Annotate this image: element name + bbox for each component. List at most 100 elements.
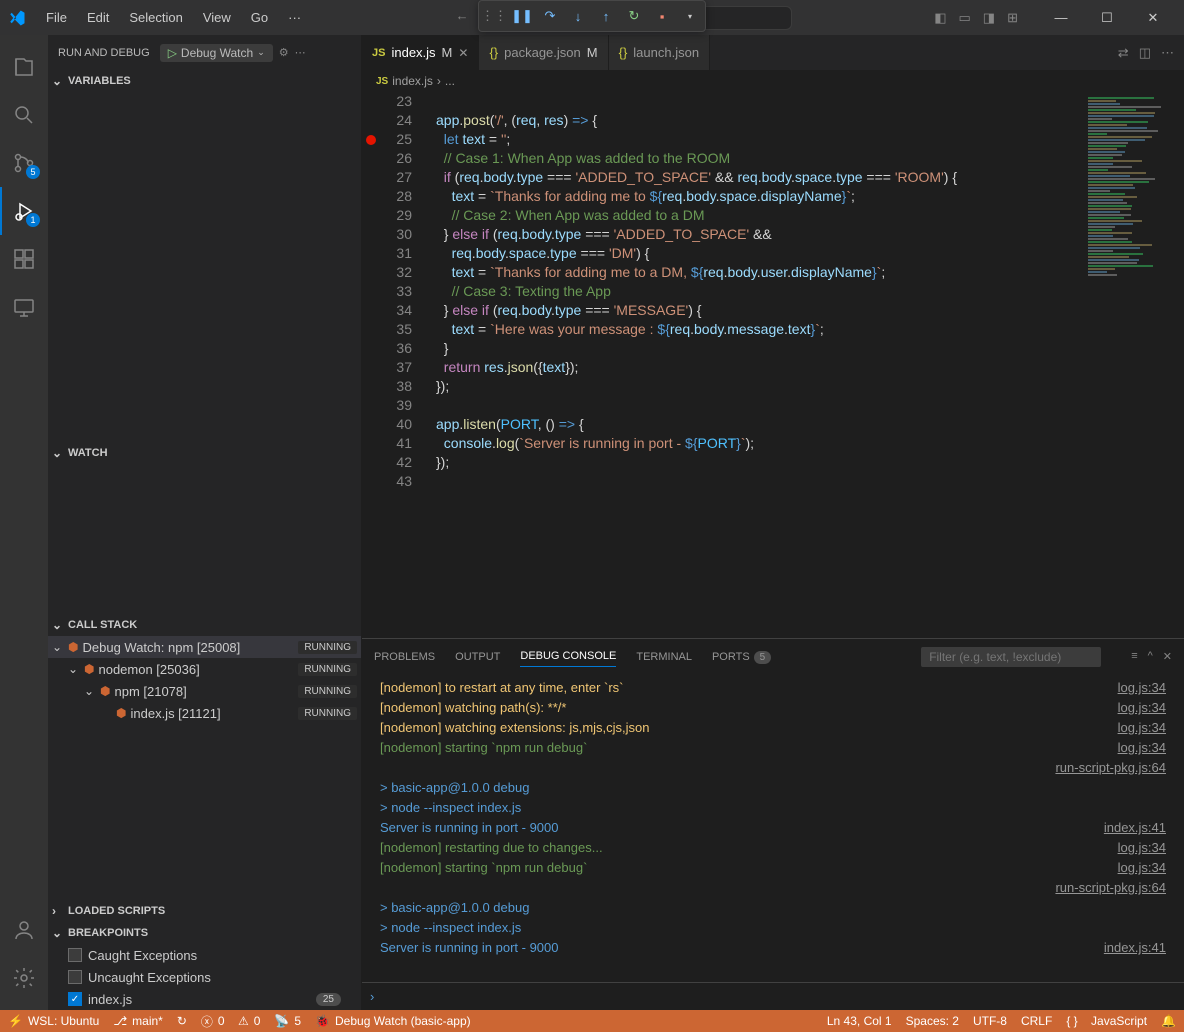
layout-panel-icon[interactable]: ▭ <box>957 8 973 28</box>
breadcrumb[interactable]: JS index.js › ... <box>362 70 1184 92</box>
menu-view[interactable]: View <box>195 6 239 29</box>
callstack-row[interactable]: ⌄⬢npm [21078]RUNNING <box>48 680 361 702</box>
section-loaded-scripts[interactable]: ›LOADED SCRIPTS <box>48 900 361 922</box>
status-debug[interactable]: 🐞Debug Watch (basic-app) <box>315 1014 471 1028</box>
activity-search-icon[interactable] <box>0 91 48 139</box>
layout-primary-icon[interactable]: ◧ <box>932 8 948 28</box>
console-source-link[interactable]: log.js:34 <box>1118 678 1166 698</box>
panel-maximize-icon[interactable]: ^ <box>1148 650 1153 663</box>
status-encoding[interactable]: UTF-8 <box>973 1014 1007 1028</box>
callstack-row[interactable]: ⌄⬢Debug Watch: npm [25008]RUNNING <box>48 636 361 658</box>
status-lang[interactable]: { } JavaScript <box>1066 1014 1147 1028</box>
minimap[interactable] <box>1084 92 1184 638</box>
section-watch[interactable]: ⌄WATCH <box>48 442 361 464</box>
debug-toolbar[interactable]: ⋮⋮ ❚❚ ↷ ↓ ↑ ↻ ▪ ▾ <box>478 0 706 32</box>
checkbox-unchecked-icon[interactable] <box>68 948 82 962</box>
tab-output[interactable]: OUTPUT <box>455 647 500 667</box>
activity-account-icon[interactable] <box>0 906 48 954</box>
console-source-link[interactable]: log.js:34 <box>1118 858 1166 878</box>
activity-remote-icon[interactable] <box>0 283 48 331</box>
activity-debug-icon[interactable]: 1 <box>0 187 48 235</box>
debug-console-output[interactable]: [nodemon] to restart at any time, enter … <box>362 674 1184 982</box>
console-line: > basic-app@1.0.0 debug <box>380 898 1166 918</box>
debug-pause-icon[interactable]: ❚❚ <box>510 4 534 28</box>
callstack-row[interactable]: ⬢index.js [21121]RUNNING <box>48 702 361 724</box>
bp-count: 25 <box>316 993 341 1006</box>
nav-back-icon[interactable]: ← <box>450 6 475 30</box>
layout-customize-icon[interactable]: ⊞ <box>1005 8 1020 28</box>
console-line: Server is running in port - 9000index.js… <box>380 818 1166 838</box>
debug-drag-icon[interactable]: ⋮⋮ <box>482 4 506 28</box>
status-ports[interactable]: 📡5 <box>274 1014 301 1028</box>
console-source-link[interactable]: log.js:34 <box>1118 838 1166 858</box>
panel-close-icon[interactable]: ✕ <box>1163 650 1172 663</box>
editor-tab[interactable]: {}launch.json <box>609 35 710 70</box>
menu-edit[interactable]: Edit <box>79 6 117 29</box>
bp-caught-exceptions[interactable]: Caught Exceptions <box>48 944 361 966</box>
activity-settings-icon[interactable] <box>0 954 48 1002</box>
json-file-icon: {} <box>619 45 628 60</box>
section-variables[interactable]: ⌄VARIABLES <box>48 70 361 92</box>
more-icon[interactable]: ⋯ <box>1161 45 1174 61</box>
section-watch-label: WATCH <box>68 447 108 459</box>
bp-file[interactable]: ✓index.js25 <box>48 988 361 1010</box>
activity-extensions-icon[interactable] <box>0 235 48 283</box>
menu-go[interactable]: Go <box>243 6 276 29</box>
editor-area: JSindex.jsM✕{}package.jsonM{}launch.json… <box>362 35 1184 1010</box>
window-maximize-icon[interactable]: ☐ <box>1084 0 1130 35</box>
console-source-link[interactable]: log.js:34 <box>1118 698 1166 718</box>
split-icon[interactable]: ◫ <box>1139 45 1151 61</box>
editor-tab[interactable]: JSindex.jsM✕ <box>362 35 479 70</box>
menu-file[interactable]: File <box>38 6 75 29</box>
tab-problems[interactable]: PROBLEMS <box>374 647 435 667</box>
status-eol[interactable]: CRLF <box>1021 1014 1052 1028</box>
bp-uncaught-exceptions[interactable]: Uncaught Exceptions <box>48 966 361 988</box>
console-source-link[interactable]: run-script-pkg.js:64 <box>1055 758 1166 778</box>
menu-selection[interactable]: Selection <box>121 6 190 29</box>
breakpoint-icon[interactable] <box>366 135 376 145</box>
layout-secondary-icon[interactable]: ◨ <box>981 8 997 28</box>
console-source-link[interactable]: index.js:41 <box>1104 938 1166 958</box>
tab-ports[interactable]: PORTS5 <box>712 647 771 667</box>
status-notifications-icon[interactable]: 🔔 <box>1161 1014 1176 1028</box>
window-minimize-icon[interactable]: — <box>1038 0 1084 35</box>
debug-console-input[interactable]: › <box>362 982 1184 1010</box>
debug-stepinto-icon[interactable]: ↓ <box>566 4 590 28</box>
editor-tab[interactable]: {}package.jsonM <box>479 35 608 70</box>
menu-more[interactable]: ··· <box>280 6 309 29</box>
debug-config-dropdown[interactable]: ▷ Debug Watch ⌄ <box>160 44 273 62</box>
debug-stepover-icon[interactable]: ↷ <box>538 4 562 28</box>
debug-stepout-icon[interactable]: ↑ <box>594 4 618 28</box>
console-source-link[interactable]: log.js:34 <box>1118 738 1166 758</box>
status-lncol[interactable]: Ln 43, Col 1 <box>827 1014 892 1028</box>
close-icon[interactable]: ✕ <box>458 46 468 60</box>
tab-terminal[interactable]: TERMINAL <box>636 647 692 667</box>
debug-gear-icon[interactable]: ⚙ <box>279 46 289 59</box>
section-breakpoints[interactable]: ⌄BREAKPOINTS <box>48 922 361 944</box>
console-source-link[interactable]: log.js:34 <box>1118 718 1166 738</box>
debug-dropdown-icon[interactable]: ▾ <box>678 4 702 28</box>
activity-scm-icon[interactable]: 5 <box>0 139 48 187</box>
compare-icon[interactable]: ⇄ <box>1118 45 1129 61</box>
checkbox-unchecked-icon[interactable] <box>68 970 82 984</box>
status-errors[interactable]: ⓧ0 ⚠0 <box>201 1013 261 1030</box>
status-spaces[interactable]: Spaces: 2 <box>906 1014 959 1028</box>
checkbox-checked-icon[interactable]: ✓ <box>68 992 82 1006</box>
console-line: [nodemon] starting `npm run debug`log.js… <box>380 858 1166 878</box>
status-sync[interactable]: ↻ <box>177 1014 187 1028</box>
code-editor[interactable]: 2324252627282930313233343536373839404142… <box>362 92 1184 638</box>
console-source-link[interactable]: run-script-pkg.js:64 <box>1055 878 1166 898</box>
console-filter-input[interactable] <box>921 647 1101 667</box>
section-callstack[interactable]: ⌄CALL STACK <box>48 614 361 636</box>
status-remote[interactable]: ⚡WSL: Ubuntu <box>8 1014 99 1028</box>
debug-stop-icon[interactable]: ▪ <box>650 4 674 28</box>
console-source-link[interactable]: index.js:41 <box>1104 818 1166 838</box>
debug-more-icon[interactable]: ⋯ <box>295 46 306 59</box>
debug-restart-icon[interactable]: ↻ <box>622 4 646 28</box>
callstack-row[interactable]: ⌄⬢nodemon [25036]RUNNING <box>48 658 361 680</box>
activity-explorer-icon[interactable] <box>0 43 48 91</box>
tab-debug-console[interactable]: DEBUG CONSOLE <box>520 646 616 667</box>
window-close-icon[interactable]: ✕ <box>1130 0 1176 35</box>
status-branch[interactable]: ⎇main* <box>113 1014 163 1028</box>
panel-clear-icon[interactable]: ≡ <box>1131 650 1137 663</box>
